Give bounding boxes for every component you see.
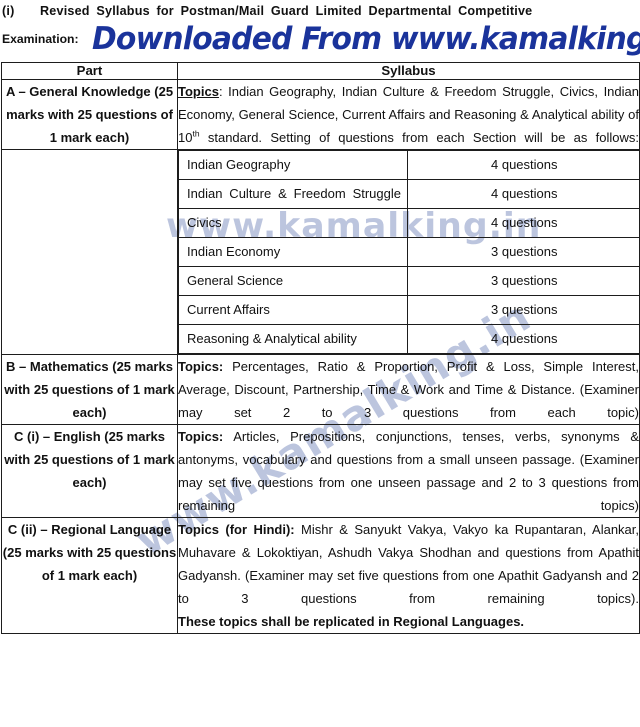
topics-label-c1: Topics:	[178, 429, 224, 444]
breakdown-subject-name: Current Affairs	[178, 295, 408, 325]
breakdown-subject-name: Indian Culture & Freedom Struggle	[178, 179, 408, 209]
ordinal-suffix-a: th	[192, 128, 200, 139]
topics-label-c2: Topics (for Hindi):	[178, 522, 295, 537]
breakdown-empty-part-cell	[1, 149, 178, 355]
document-heading: (i) Revised Syllabus for Postman/Mail Gua…	[0, 0, 640, 58]
heading-line-2: Examination:	[2, 32, 79, 46]
breakdown-question-count: 4 questions	[407, 208, 640, 238]
topics-label-a: Topics	[178, 84, 219, 99]
topics-text-c1: Articles, Prepositions, conjunctions, te…	[178, 429, 639, 513]
table-header-row: Part Syllabus	[1, 62, 640, 80]
breakdown-subject-name: General Science	[178, 266, 408, 296]
part-c2-label: C (ii) – Regional Language (25 marks wit…	[1, 517, 178, 634]
breakdown-question-count: 3 questions	[407, 295, 640, 325]
column-header-syllabus: Syllabus	[177, 62, 640, 80]
heading-line-1: (i) Revised Syllabus for Postman/Mail Gua…	[2, 3, 638, 19]
breakdown-question-count: 4 questions	[407, 324, 640, 354]
breakdown-subject-name: Reasoning & Analytical ability	[178, 324, 408, 354]
part-c2-syllabus: Topics (for Hindi): Mishr & Sanyukt Vaky…	[177, 517, 640, 634]
breakdown-question-count: 3 questions	[407, 237, 640, 267]
breakdown-host-cell: Indian Geography 4 questions Indian Cultur…	[178, 150, 640, 355]
table-row: B – Mathematics (25 marks with 25 questi…	[1, 354, 640, 425]
heading-item-number: (i)	[2, 4, 15, 18]
part-a-label: A – General Knowledge (25 marks with 25 …	[1, 79, 178, 150]
document-page: (i) Revised Syllabus for Postman/Mail Gua…	[0, 0, 640, 727]
part-b-label: B – Mathematics (25 marks with 25 questi…	[1, 354, 178, 425]
breakdown-row: General Science 3 questions	[178, 266, 640, 296]
breakdown-row: Indian Geography 4 questions	[178, 150, 640, 180]
breakdown-row: Civics 4 questions	[178, 208, 640, 238]
section-breakdown-row: Indian Geography 4 questions Indian Cultur…	[1, 149, 640, 355]
breakdown-question-count: 4 questions	[407, 150, 640, 180]
syllabus-table: Part Syllabus A – General Knowledge (25 …	[1, 62, 640, 634]
breakdown-row: Reasoning & Analytical ability 4 question…	[178, 324, 640, 354]
topics-text-b: Percentages, Ratio & Proportion, Profit …	[178, 359, 639, 420]
part-c1-label: C (i) – English (25 marks with 25 questi…	[1, 424, 178, 518]
part-a-syllabus: Topics: Indian Geography, Indian Culture…	[177, 79, 640, 150]
breakdown-subject-name: Indian Economy	[178, 237, 408, 267]
breakdown-row: Current Affairs 3 questions	[178, 295, 640, 325]
breakdown-row: Indian Economy 3 questions	[178, 237, 640, 267]
column-header-part: Part	[1, 62, 178, 80]
breakdown-subject-name: Civics	[178, 208, 408, 238]
table-row: C (ii) – Regional Language (25 marks wit…	[1, 517, 640, 634]
heading-title-text: Revised Syllabus for Postman/Mail Guard …	[40, 4, 533, 18]
regional-language-note: These topics shall be replicated in Regi…	[178, 614, 525, 629]
breakdown-question-count: 4 questions	[407, 179, 640, 209]
topics-separator-a: :	[218, 84, 229, 99]
breakdown-question-count: 3 questions	[407, 266, 640, 296]
table-row: C (i) – English (25 marks with 25 questi…	[1, 424, 640, 518]
section-breakdown-table: Indian Geography 4 questions Indian Cultur…	[178, 150, 640, 354]
download-banner: Downloaded From www.kamalking.in	[92, 21, 640, 57]
breakdown-subject-name: Indian Geography	[178, 150, 408, 180]
part-c1-syllabus: Topics: Articles, Prepositions, conjunct…	[177, 424, 640, 518]
topics-text-a-2: standard. Setting of questions from each…	[199, 130, 639, 145]
topics-label-b: Topics:	[178, 359, 224, 374]
breakdown-row: Indian Culture & Freedom Struggle 4 quest…	[178, 179, 640, 209]
part-b-syllabus: Topics: Percentages, Ratio & Proportion,…	[177, 354, 640, 425]
table-row: A – General Knowledge (25 marks with 25 …	[1, 79, 640, 150]
